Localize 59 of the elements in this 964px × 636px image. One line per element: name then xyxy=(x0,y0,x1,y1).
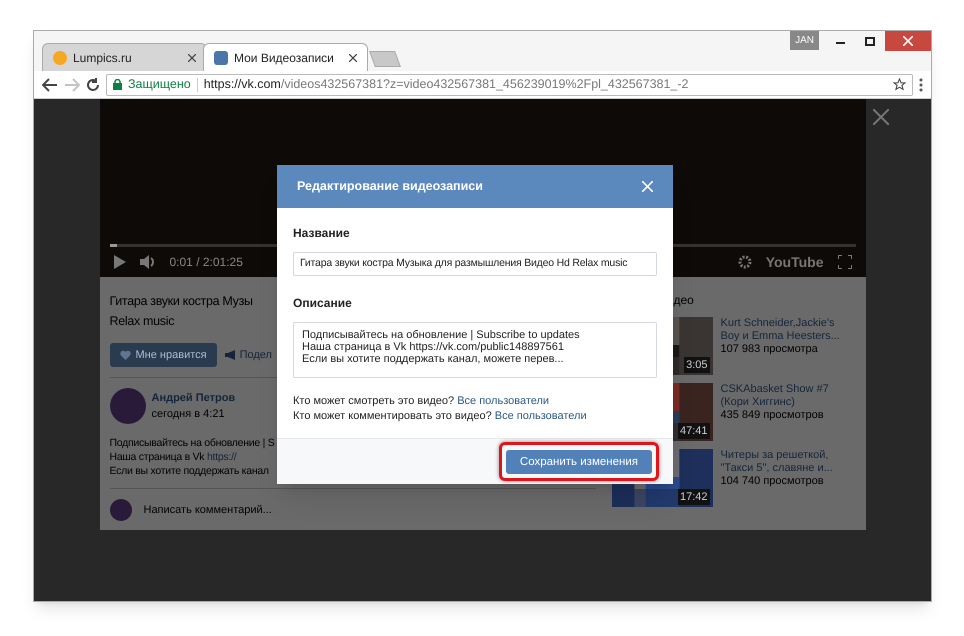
post-text: Если вы хотите поддержать канал xyxy=(110,464,269,478)
settings-icon[interactable] xyxy=(738,255,752,269)
privacy-setting: Кто может комментировать это видео? Все пользователи xyxy=(293,409,587,424)
youtube-logo[interactable]: YouTube xyxy=(766,252,824,272)
lock-icon xyxy=(113,79,122,90)
close-icon xyxy=(903,36,913,46)
fullscreen-icon[interactable] xyxy=(838,255,852,269)
privacy-link[interactable]: Все пользователи xyxy=(457,395,550,407)
comment-field[interactable]: Написать комментарий... xyxy=(144,502,272,518)
address-field[interactable]: Защищено https://vk.com/videos432567381?z=video432567381_456239019%2Fpl_432567381_-2 xyxy=(106,74,913,96)
video-duration: 47:41 xyxy=(678,422,710,439)
avatar[interactable] xyxy=(110,388,146,424)
video-link[interactable]: CSKAbasket Show #7 (Кори Хиггинс) xyxy=(720,383,856,409)
video-link[interactable]: Читеры за решеткой, "Такси 5", славяне и... xyxy=(720,449,856,475)
browser-tab[interactable]: Мои Видеозаписи xyxy=(203,43,368,71)
heart-icon xyxy=(120,350,130,360)
privacy-setting: Кто может смотреть это видео? Все пользователи xyxy=(293,394,550,409)
time-display: 0:01 / 2:01:25 xyxy=(170,254,243,271)
field-label: Название xyxy=(293,225,350,242)
post-meta: сегодня в 4:21 xyxy=(152,407,225,422)
menu-icon[interactable] xyxy=(919,78,923,92)
close-icon[interactable] xyxy=(349,54,357,62)
tab-title: Мои Видеозаписи xyxy=(234,50,335,66)
video-duration: 17:42 xyxy=(678,488,710,505)
security-label: Защищено xyxy=(128,76,191,94)
privacy-link[interactable]: Все пользователи xyxy=(494,410,587,422)
star-icon[interactable] xyxy=(893,78,906,91)
section-heading: део xyxy=(674,292,694,309)
user-badge[interactable]: JAN xyxy=(790,31,819,50)
video-duration: 3:05 xyxy=(684,356,710,373)
avatar[interactable] xyxy=(110,499,132,521)
view-count: 104 740 просмотров xyxy=(720,475,824,488)
description-field[interactable]: Подписывайтесь на обновление | Subscribe to updates Наша страница в Vk https://vk.com/public148897561 Если вы хотите поддержать канал, можете перев... xyxy=(293,322,657,378)
browser-tab[interactable]: Lumpics.ru xyxy=(42,43,207,71)
megaphone-icon xyxy=(224,350,236,360)
video-link[interactable]: Kurt Schneider,Jackie's Boy и Emma Heesters... xyxy=(720,317,856,343)
close-icon[interactable] xyxy=(188,54,196,62)
tab-title: Lumpics.ru xyxy=(73,50,133,66)
post-text: Наша страница в Vk https:// xyxy=(110,450,236,464)
view-count: 107 983 просмотра xyxy=(720,343,818,356)
dialog-title: Редактирование видеозаписи xyxy=(297,178,483,196)
post-text: Подписывайтесь на обновление | S xyxy=(110,436,274,450)
video-title: Relax music xyxy=(110,313,174,330)
video-title: Гитара звуки костра Музы xyxy=(110,293,253,310)
reload-icon[interactable] xyxy=(86,78,100,92)
url-text: https://vk.com/videos432567381?z=video432567381_456239019%2Fpl_432567381_-2 xyxy=(204,76,690,94)
volume-icon[interactable] xyxy=(140,255,156,269)
play-icon[interactable] xyxy=(114,255,126,269)
like-button[interactable]: Мне нравится xyxy=(110,343,217,367)
view-count: 435 849 просмотров xyxy=(720,409,824,422)
title-field[interactable]: Гитара звуки костра Музыка для размышления Видео Hd Relax music xyxy=(293,252,657,276)
share-button[interactable]: Подел xyxy=(224,346,272,364)
post-link[interactable]: https:// xyxy=(206,451,236,463)
field-label: Описание xyxy=(293,295,352,312)
close-window-button[interactable] xyxy=(885,31,931,51)
save-button[interactable]: Сохранить изменения xyxy=(506,450,652,474)
vk-icon xyxy=(214,50,228,64)
author-link[interactable]: Андрей Петров xyxy=(152,390,236,406)
back-icon[interactable] xyxy=(42,78,58,92)
